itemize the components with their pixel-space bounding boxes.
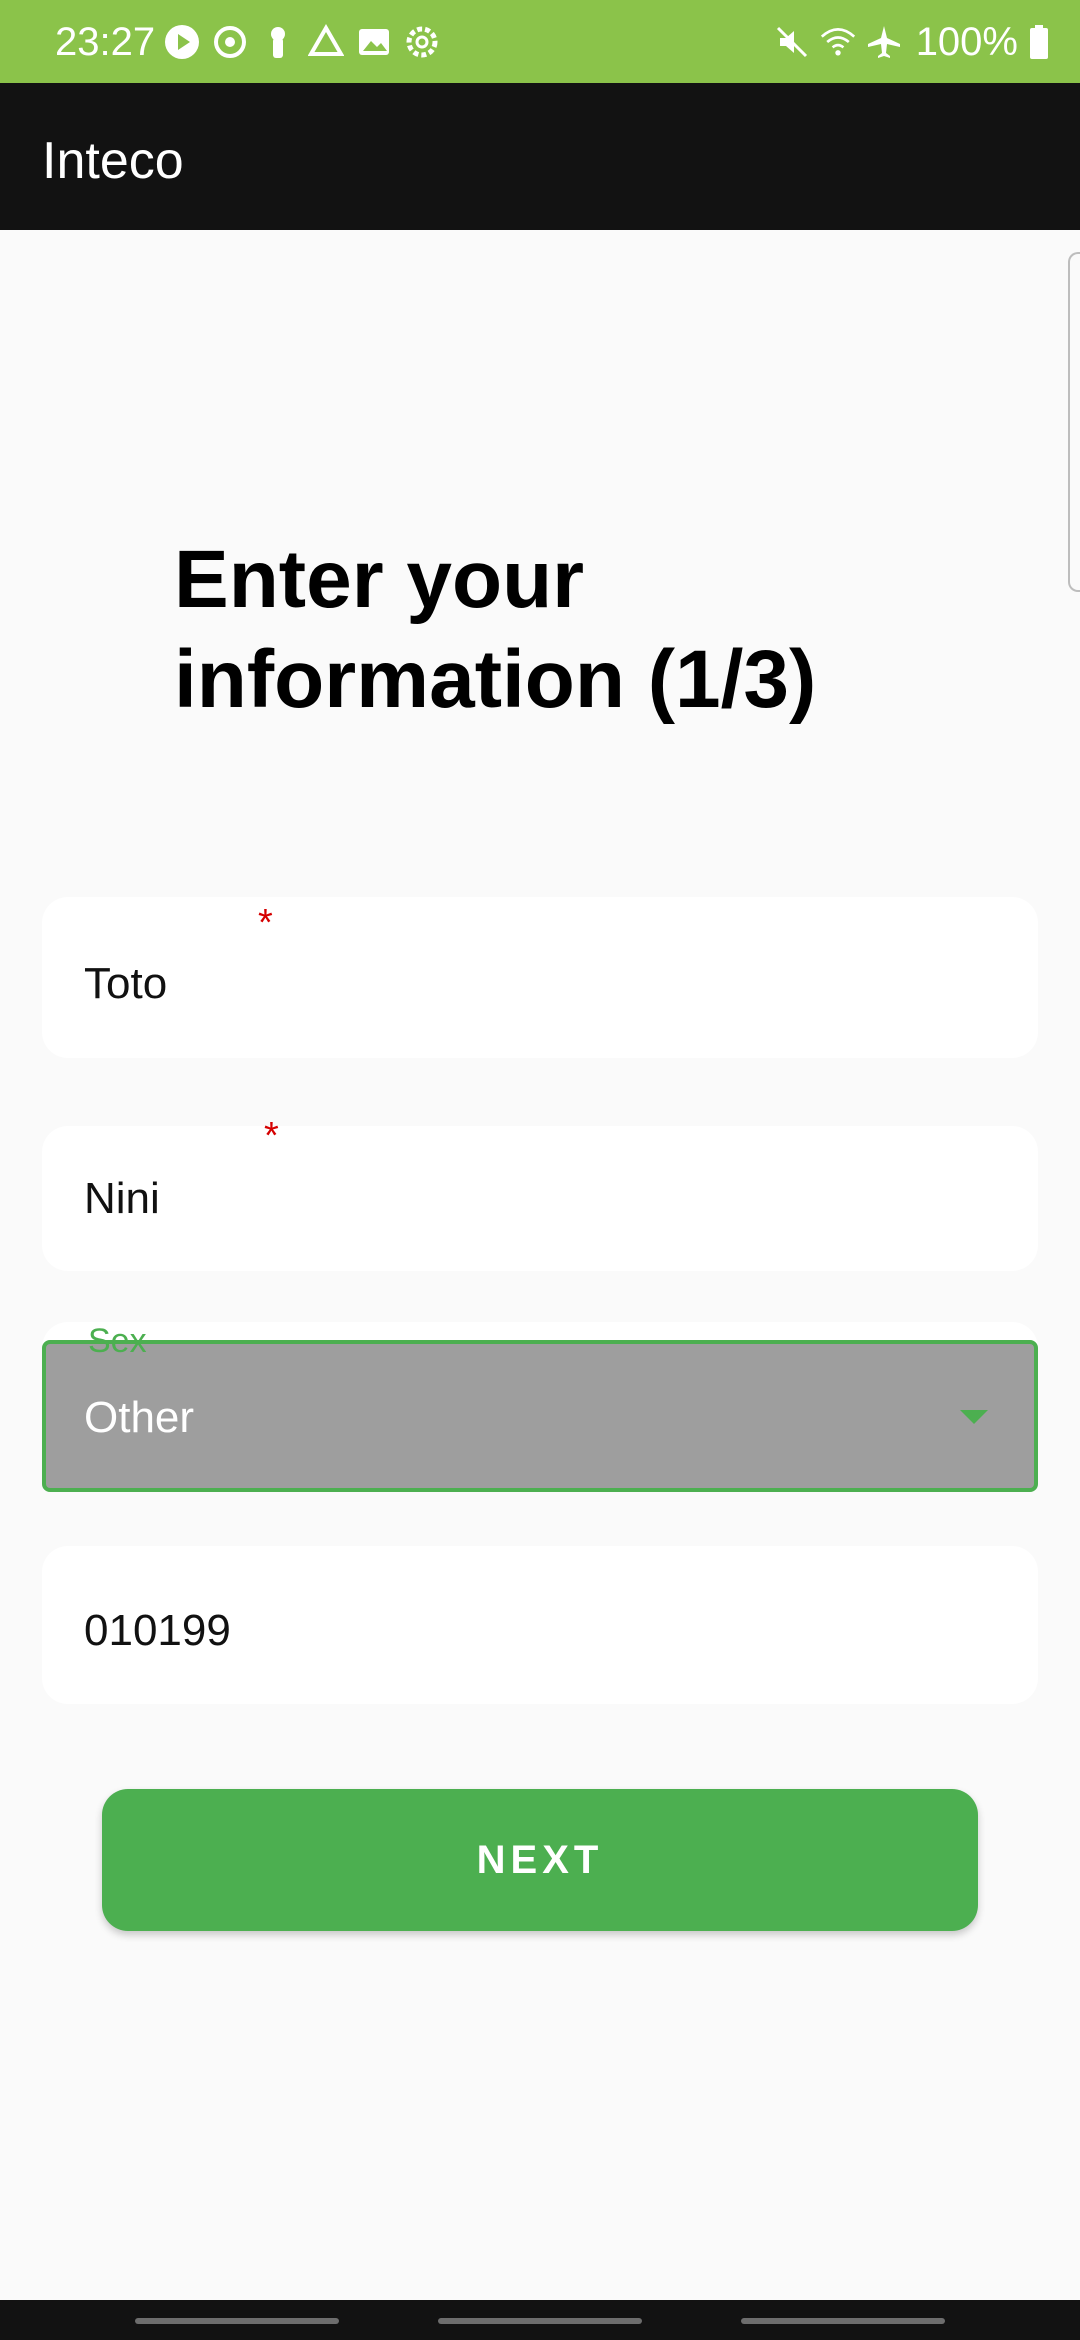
nav-handle-right[interactable] xyxy=(741,2318,945,2324)
battery-icon xyxy=(1028,22,1050,62)
dropdown-arrow-icon xyxy=(960,1410,988,1424)
nav-handle-center[interactable] xyxy=(438,2318,642,2324)
first-name-required-mark: * xyxy=(258,902,273,944)
first-name-value: Toto xyxy=(84,959,168,1008)
birth-date-field[interactable]: 010199 xyxy=(42,1546,1038,1704)
scroll-indicator[interactable] xyxy=(1068,252,1080,592)
keyhole-icon xyxy=(260,22,296,62)
wifi-icon xyxy=(820,22,856,62)
app-title: Inteco xyxy=(42,132,184,190)
settings-icon xyxy=(404,22,440,62)
nav-handle-left[interactable] xyxy=(135,2318,339,2324)
next-button[interactable]: NEXT xyxy=(102,1789,978,1931)
sync-icon xyxy=(212,22,248,62)
sex-select[interactable]: Other xyxy=(42,1340,1038,1492)
sex-label: Sex xyxy=(88,1322,147,1360)
last-name-field[interactable]: Nini xyxy=(42,1126,1038,1271)
battery-percent: 100% xyxy=(915,20,1018,64)
status-notification-icons xyxy=(164,22,440,62)
status-system-icons: 100% xyxy=(774,20,1050,64)
last-name-required-mark: * xyxy=(264,1115,279,1157)
status-bar: 23:27 100% xyxy=(0,0,1080,83)
status-time: 23:27 xyxy=(55,20,156,64)
sex-selected-value: Other xyxy=(84,1393,195,1442)
last-name-value: Nini xyxy=(84,1174,160,1223)
page-heading: Enter your information (1/3) xyxy=(174,534,817,725)
birth-date-value: 010199 xyxy=(84,1606,231,1655)
navigation-bar xyxy=(0,2300,1080,2340)
mute-icon xyxy=(774,22,810,62)
play-icon xyxy=(164,22,200,62)
drive-icon xyxy=(308,22,344,62)
first-name-field[interactable]: Toto xyxy=(42,897,1038,1058)
app-bar: Inteco xyxy=(0,83,1080,230)
image-icon xyxy=(356,22,392,62)
airplane-icon xyxy=(866,22,902,62)
